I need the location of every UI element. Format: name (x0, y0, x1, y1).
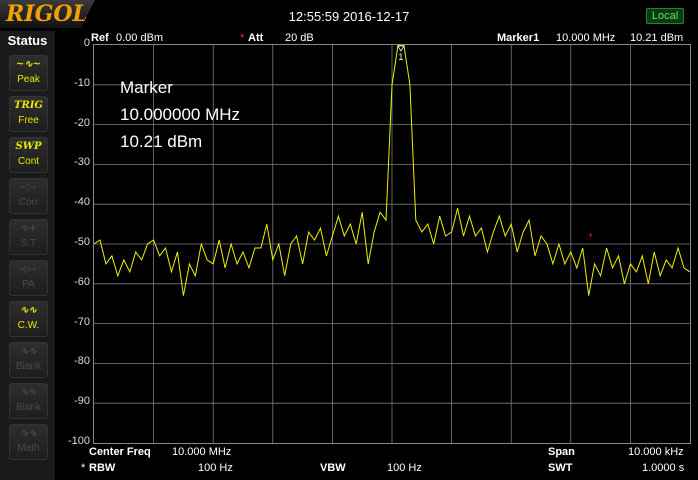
rbw-value[interactable]: 100 Hz (198, 462, 233, 474)
vbw-value[interactable]: 100 Hz (387, 462, 422, 474)
status-button-label: Cont (17, 156, 40, 167)
status-button-cw[interactable]: ∿∿ C.W. (9, 301, 48, 337)
status-panel: Status ~∿~ Peak TRIG Free SWP Cont -◇- Corr ∿+ S.… (0, 31, 55, 480)
y-tick-label: -70 (74, 315, 90, 328)
blank-icon: ∿∿ (20, 387, 37, 398)
top-bar: RIGOL 12:55:59 2016-12-17 Local (0, 0, 698, 31)
rbw-label: RBW (89, 462, 116, 474)
marker-readout-title: Marker (120, 78, 173, 97)
y-tick-label: -40 (74, 196, 90, 209)
att-uncal-flag: * (240, 32, 245, 44)
y-tick-label: -10 (74, 76, 90, 89)
sweep-icon: SWP (15, 141, 42, 152)
blank-icon: ∿∿ (20, 346, 37, 357)
center-freq-value[interactable]: 10.000 MHz (172, 446, 231, 458)
status-button-label: Math (17, 443, 40, 454)
uncal-flag: * (589, 232, 593, 242)
span-value[interactable]: 10.000 kHz (628, 446, 684, 458)
y-tick-label: -30 (74, 156, 90, 169)
status-button-label: S.T (20, 238, 37, 249)
status-button-label: PA (22, 279, 35, 290)
y-tick-label: 0 (83, 37, 90, 49)
status-button-free[interactable]: TRIG Free (9, 96, 48, 132)
status-button-math[interactable]: ∿∿ Math (9, 424, 48, 460)
center-freq-label: Center Freq (89, 446, 151, 458)
status-button-blank[interactable]: ∿∿ Blank (9, 342, 48, 378)
status-title: Status (7, 33, 48, 48)
local-button[interactable]: Local (646, 8, 684, 24)
status-button-peak[interactable]: ~∿~ Peak (9, 55, 48, 91)
status-button-label: Corr (18, 197, 39, 208)
att-label: Att (248, 32, 264, 44)
y-tick-label: -80 (74, 355, 90, 368)
status-button-label: Blank (15, 361, 41, 372)
swt-label: SWT (548, 462, 573, 474)
vbw-label: VBW (320, 462, 346, 474)
rbw-uncal-flag: * (81, 462, 86, 474)
marker-readout: Marker 10.000000 MHz 10.21 dBm (120, 74, 240, 155)
status-button-cont[interactable]: SWP Cont (9, 137, 48, 173)
y-tick-label: -90 (74, 395, 90, 408)
status-button-st[interactable]: ∿+ S.T (9, 219, 48, 255)
trig-icon: TRIG (14, 100, 43, 111)
marker-readout-freq: 10.000000 MHz (120, 105, 241, 124)
marker-freq: 10.000 MHz (556, 32, 616, 44)
preamp-icon: -▷- (20, 264, 37, 275)
status-button-corr[interactable]: -◇- Corr (9, 178, 48, 214)
status-button-label: Blank (15, 402, 41, 413)
source-track-icon: ∿+ (20, 223, 37, 234)
y-tick-label: -60 (74, 275, 90, 288)
span-label: Span (548, 446, 575, 458)
marker-1-number: 1 (398, 52, 403, 62)
y-tick-label: -50 (74, 236, 90, 248)
att-value[interactable]: 20 dB (285, 32, 314, 44)
marker-readout-amp: 10.21 dBm (120, 132, 203, 151)
ref-value[interactable]: 0.00 dBm (116, 32, 163, 44)
marker-amp: 10.21 dBm (630, 32, 684, 44)
y-tick-label: -20 (74, 116, 90, 129)
swt-value[interactable]: 1.0000 s (642, 462, 684, 474)
marker-1-glyph (397, 45, 405, 52)
corr-icon: -◇- (20, 182, 37, 193)
marker-label: Marker1 (497, 32, 540, 44)
datetime-display: 12:55:59 2016-12-17 (288, 9, 410, 24)
status-button-blank[interactable]: ∿∿ Blank (9, 383, 48, 419)
status-button-label: C.W. (17, 320, 40, 331)
status-button-label: Peak (17, 74, 40, 85)
peak-icon: ~∿~ (15, 59, 42, 70)
status-button-label: Free (18, 115, 39, 126)
cw-icon: ∿∿ (20, 305, 37, 316)
y-tick-label: -100 (67, 435, 90, 447)
math-icon: ∿∿ (20, 428, 37, 439)
status-button-pa[interactable]: -▷- PA (9, 260, 48, 296)
ref-label: Ref (91, 32, 109, 44)
